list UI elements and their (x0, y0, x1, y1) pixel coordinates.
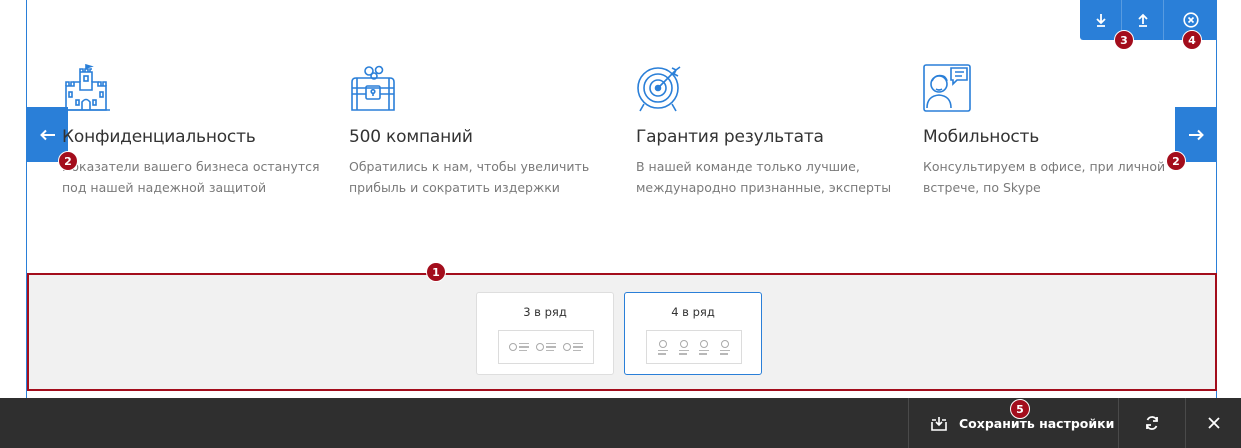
feature-title: 500 компаний (349, 127, 473, 147)
feature-desc-line: Показатели вашего бизнеса останутся (62, 159, 320, 174)
preview-item (719, 339, 730, 355)
close-icon (1207, 417, 1220, 429)
preview-item (658, 339, 669, 355)
save-icon (931, 416, 947, 431)
feature-description: Показатели вашего бизнеса останутся под … (62, 156, 332, 198)
layout-option-4-per-row[interactable]: 4 в ряд (624, 292, 762, 375)
close-panel-button[interactable] (1186, 398, 1241, 448)
preview-item (563, 342, 584, 352)
feature-item: Мобильность Консультируем в офисе, при л… (923, 64, 1193, 198)
bottom-bar: Сохранить настройки (0, 398, 1241, 448)
feature-desc-line: прибыль и сократить издержки (349, 180, 560, 195)
feature-desc-line: под нашей надежной защитой (62, 180, 267, 195)
castle-icon (62, 64, 110, 111)
feature-title: Гарантия результата (636, 127, 824, 147)
layout-preview-3 (498, 330, 594, 364)
preview-item (508, 342, 529, 352)
feature-desc-line: Консультируем в офисе, при личной (923, 159, 1166, 174)
save-settings-label: Сохранить настройки (959, 415, 1115, 431)
feature-item: 500 компаний Обратились к нам, чтобы уве… (349, 64, 619, 198)
annotation-marker: 1 (426, 262, 446, 282)
feature-desc-line: Обратились к нам, чтобы увеличить (349, 159, 590, 174)
feature-item: Конфиденциальность Показатели вашего биз… (62, 64, 332, 198)
layout-preview-4 (646, 330, 742, 364)
annotation-marker: 2 (1166, 151, 1186, 171)
feature-desc-line: встрече, по Skype (923, 180, 1041, 195)
feature-title: Конфиденциальность (62, 127, 256, 147)
consultant-icon (923, 64, 971, 112)
close-circle-icon (1182, 12, 1199, 28)
preview-item (699, 339, 710, 355)
move-up-icon (1137, 13, 1148, 27)
feature-desc-line: международно признанные, эксперты (636, 180, 892, 195)
annotation-marker: 5 (1010, 399, 1030, 419)
feature-title: Мобильность (923, 127, 1040, 147)
preview-item (678, 339, 689, 355)
feature-description: В нашей команде только лучшие, междунаро… (636, 156, 906, 198)
annotation-marker: 2 (58, 151, 78, 171)
layout-option-3-per-row[interactable]: 3 в ряд (476, 292, 614, 375)
move-down-icon (1095, 14, 1106, 27)
reset-button[interactable] (1119, 398, 1186, 448)
annotation-marker: 3 (1114, 30, 1134, 50)
refresh-icon (1146, 416, 1158, 430)
feature-description: Консультируем в офисе, при личной встреч… (923, 156, 1193, 198)
feature-item: Гарантия результата В нашей команде толь… (636, 64, 906, 198)
annotation-marker: 4 (1182, 30, 1202, 50)
layout-option-label: 3 в ряд (523, 305, 567, 319)
layout-variants-panel: 3 в ряд 4 в ряд (27, 273, 1217, 391)
treasure-chest-icon (351, 65, 395, 111)
preview-item (535, 342, 556, 352)
feature-desc-line: В нашей команде только лучшие, (636, 159, 860, 174)
target-icon (637, 66, 681, 112)
arrow-left-icon (39, 129, 55, 140)
feature-description: Обратились к нам, чтобы увеличить прибыл… (349, 156, 619, 198)
layout-option-label: 4 в ряд (671, 305, 715, 319)
